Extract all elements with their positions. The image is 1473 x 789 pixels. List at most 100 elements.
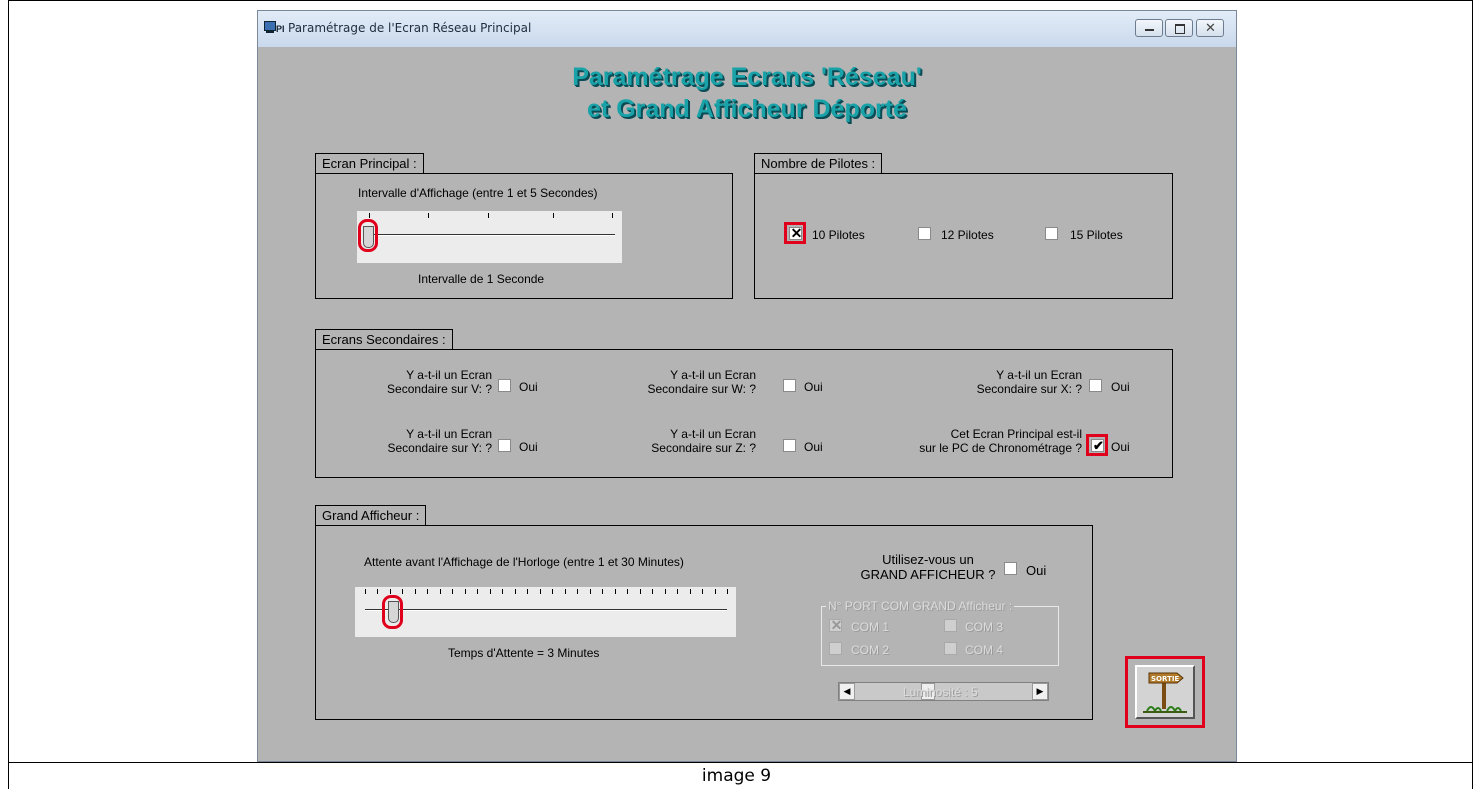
wait-slider-tick	[627, 589, 628, 594]
com-port-label: N° PORT COM GRAND Afficheur :	[826, 599, 1015, 613]
luminosite-scrollbar[interactable]: ◀ Luminosité : 5 ▶	[838, 682, 1049, 701]
wait-slider-tick	[590, 589, 591, 594]
wait-slider[interactable]	[355, 587, 736, 637]
secondaire-v-line1: Y a-t-il un Ecran	[406, 368, 492, 382]
wait-slider-tick	[477, 589, 478, 594]
chrono-pc-line1: Cet Ecran Principal est-il	[950, 427, 1082, 441]
arrow-right-icon: ▶	[1036, 686, 1044, 696]
wait-value-text: Temps d'Attente = 3 Minutes	[448, 646, 600, 660]
com2-label: COM 2	[851, 643, 890, 657]
secondaire-w-checkbox[interactable]	[783, 379, 796, 392]
secondaire-y-line2: Secondaire sur Y: ?	[387, 441, 492, 455]
wait-slider-tick	[577, 589, 578, 594]
wait-slider-tick	[502, 589, 503, 594]
arrow-left-icon: ◀	[843, 686, 851, 696]
pilotes-10-checkbox[interactable]: ✕	[789, 225, 802, 241]
ecran-principal-label: Ecran Principal :	[315, 153, 424, 173]
minimize-button[interactable]	[1135, 19, 1163, 37]
secondaire-y-oui: Oui	[519, 440, 538, 454]
grand-afficheur-checkbox[interactable]	[1004, 562, 1017, 575]
chrono-pc-line2: sur le PC de Chronométrage ?	[919, 441, 1082, 455]
wait-slider-tick	[715, 589, 716, 594]
wait-slider-tick	[552, 589, 553, 594]
com1-checkbox[interactable]: ✕	[829, 617, 842, 633]
wait-slider-tick	[652, 589, 653, 594]
secondaire-z-oui: Oui	[804, 440, 823, 454]
pilotes-label: Nombre de Pilotes :	[754, 153, 883, 173]
secondaire-x-line2: Secondaire sur X: ?	[976, 382, 1082, 396]
minimize-icon	[1145, 29, 1154, 31]
wait-slider-tick	[702, 589, 703, 594]
secondaire-z-checkbox[interactable]	[783, 439, 796, 452]
secondaire-x-checkbox[interactable]	[1089, 379, 1102, 392]
wait-slider-tick	[665, 589, 666, 594]
wait-slider-tick	[540, 589, 541, 594]
wait-slider-tick	[602, 589, 603, 594]
table-border-middle	[8, 762, 1473, 763]
pilotes-15-checkbox[interactable]	[1045, 227, 1058, 240]
interval-slider-label: Intervalle d'Affichage (entre 1 et 5 Sec…	[358, 186, 598, 200]
secondaires-label: Ecrans Secondaires :	[315, 329, 453, 349]
secondaire-w-line1: Y a-t-il un Ecran	[670, 368, 756, 382]
app-icon: PI	[264, 21, 285, 35]
window-title: Paramétrage de l'Ecran Réseau Principal	[288, 21, 532, 35]
wait-thumb-highlight	[382, 595, 403, 629]
secondaire-v-line2: Secondaire sur V: ?	[387, 382, 492, 396]
wait-slider-tick	[490, 589, 491, 594]
secondaire-z-line2: Secondaire sur Z: ?	[651, 441, 756, 455]
secondaire-w-line2: Secondaire sur W: ?	[647, 382, 757, 396]
wait-slider-tick	[365, 589, 366, 594]
maximize-button[interactable]	[1165, 19, 1193, 37]
wait-slider-tick	[377, 589, 378, 594]
com4-checkbox[interactable]	[944, 642, 957, 655]
interval-thumb-highlight	[358, 219, 378, 252]
wait-slider-tick	[402, 589, 403, 594]
pilotes-15-label: 15 Pilotes	[1070, 228, 1123, 242]
wait-slider-tick	[690, 589, 691, 594]
com1-label: COM 1	[851, 620, 890, 634]
title-bar: PI Paramétrage de l'Ecran Réseau Princip…	[258, 11, 1236, 47]
wait-slider-tick	[415, 589, 416, 594]
pilotes-10-label: 10 Pilotes	[812, 228, 865, 242]
com4-label: COM 4	[965, 643, 1004, 657]
secondaire-x-oui: Oui	[1111, 380, 1130, 394]
secondaire-x-line1: Y a-t-il un Ecran	[996, 368, 1082, 382]
interval-slider[interactable]	[357, 211, 622, 263]
secondaire-v-oui: Oui	[519, 380, 538, 394]
com3-checkbox[interactable]	[944, 619, 957, 632]
grand-afficheur-question-line2: GRAND AFFICHEUR ?	[860, 567, 996, 582]
exit-button[interactable]: SORTIE	[1135, 665, 1195, 719]
maximize-icon	[1175, 24, 1185, 34]
secondaire-w-oui: Oui	[804, 380, 823, 394]
secondaire-z-line1: Y a-t-il un Ecran	[670, 427, 756, 441]
wait-slider-tick	[565, 589, 566, 594]
image-caption: image 9	[701, 766, 772, 786]
chrono-pc-oui: Oui	[1111, 440, 1130, 454]
pilotes-12-checkbox[interactable]	[918, 227, 931, 240]
chrono-pc-checkbox[interactable]: ✔	[1091, 438, 1104, 453]
wait-slider-tick	[390, 589, 391, 594]
wait-slider-tick	[527, 589, 528, 594]
grand-afficheur-question-line1: Utilisez-vous un	[882, 552, 974, 567]
close-button[interactable]: ✕	[1196, 19, 1224, 37]
scroll-left-button[interactable]: ◀	[839, 683, 855, 700]
interval-value-text: Intervalle de 1 Seconde	[418, 272, 545, 286]
secondaire-v-checkbox[interactable]	[498, 379, 511, 392]
heading-line-2: et Grand Afficheur Déporté	[587, 95, 907, 123]
wait-slider-tick	[440, 589, 441, 594]
heading-line-1: Paramétrage Ecrans 'Réseau'	[572, 63, 922, 91]
wait-slider-tick	[640, 589, 641, 594]
table-border-left	[8, 0, 9, 789]
settings-window: PI Paramétrage de l'Ecran Réseau Princip…	[257, 10, 1237, 762]
wait-slider-tick	[615, 589, 616, 594]
wait-slider-tick	[727, 589, 728, 594]
exit-sign-icon: SORTIE	[1143, 672, 1187, 714]
grand-afficheur-oui: Oui	[1026, 563, 1047, 578]
exit-sign-text: SORTIE	[1151, 675, 1179, 683]
scroll-right-button[interactable]: ▶	[1032, 683, 1048, 700]
com2-checkbox[interactable]	[829, 642, 842, 655]
wait-slider-tick	[677, 589, 678, 594]
pilotes-12-label: 12 Pilotes	[941, 228, 994, 242]
secondaire-y-checkbox[interactable]	[498, 439, 511, 452]
com-port-group	[821, 606, 1059, 666]
